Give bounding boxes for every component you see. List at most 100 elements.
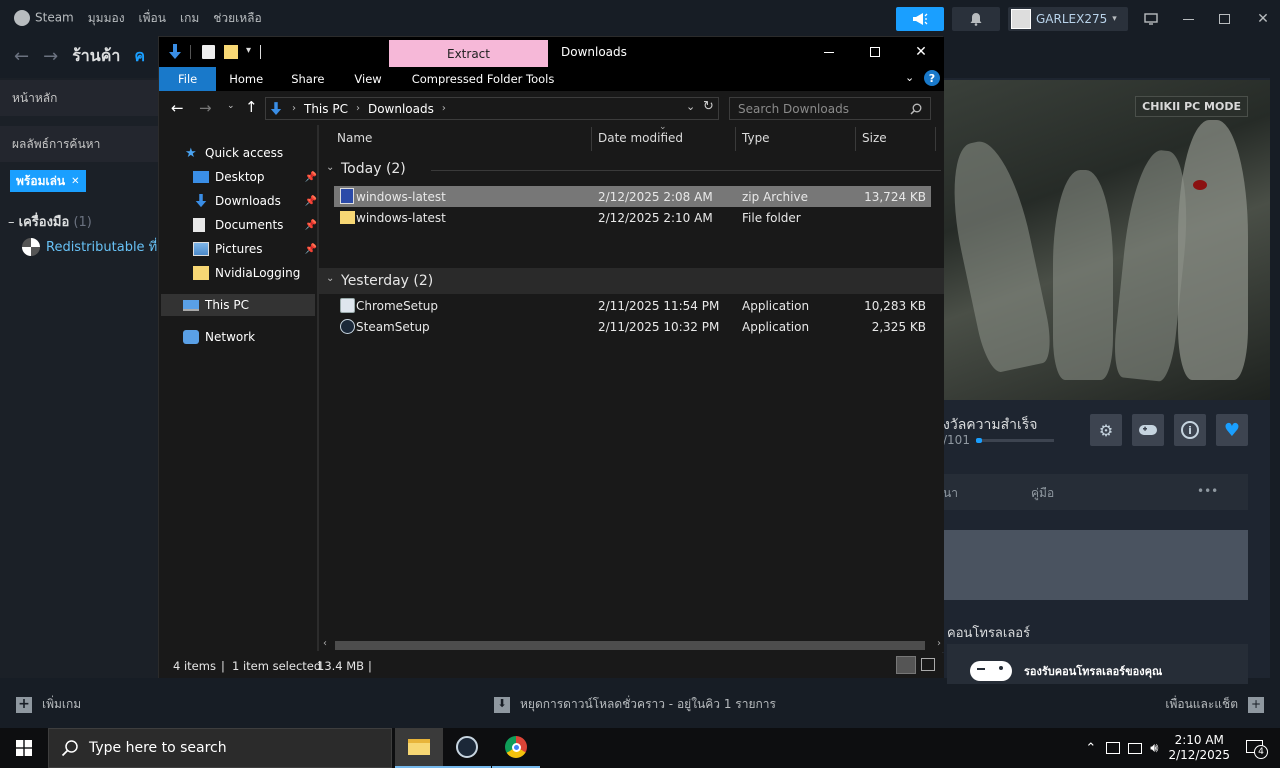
nav-store[interactable]: ร้านค้า: [72, 44, 120, 69]
nav-item-pictures[interactable]: Pictures 📌: [193, 238, 317, 260]
column-separator[interactable]: [735, 127, 736, 151]
file-row[interactable]: windows-latest 2/12/2025 2:10 AM File fold…: [334, 207, 931, 228]
volume-icon[interactable]: 🔊︎: [1150, 741, 1158, 756]
file-row[interactable]: SteamSetup 2/11/2025 10:32 PM Application 2…: [334, 316, 931, 337]
horizontal-scrollbar[interactable]: ‹ ›: [319, 638, 944, 652]
clock[interactable]: 2:10 AM 2/12/2025: [1168, 733, 1230, 763]
tab-home[interactable]: Home: [216, 67, 276, 91]
downloads-status[interactable]: ⬇ หยุดการดาวน์โหลดชั่วคราว - อยู่ในคิว 1…: [494, 695, 776, 714]
close-button[interactable]: ✕: [1246, 7, 1280, 31]
steam-menu-games[interactable]: เกม: [180, 9, 199, 28]
forward-arrow-icon[interactable]: →: [43, 46, 58, 67]
large-icons-view-button[interactable]: [921, 658, 935, 671]
column-header-name[interactable]: Name: [337, 131, 372, 149]
download-arrow-icon[interactable]: [168, 44, 182, 60]
minimize-button[interactable]: [1174, 7, 1202, 31]
forward-arrow-icon[interactable]: →: [199, 99, 212, 117]
file-explorer-window: ▾ Extract Downloads ✕ File Home Share Vi…: [158, 36, 944, 678]
minimize-button[interactable]: [806, 37, 852, 67]
tab-share[interactable]: Share: [276, 67, 339, 91]
group-header-today[interactable]: ⌄ Today (2): [319, 159, 944, 181]
column-header-type[interactable]: Type: [742, 131, 770, 149]
back-arrow-icon[interactable]: ←: [14, 46, 29, 67]
nav-item-quick-access[interactable]: ★ Quick access: [185, 142, 283, 164]
tray-overflow-icon[interactable]: ⌃: [1085, 741, 1096, 756]
column-header-date[interactable]: Date modified: [598, 131, 683, 149]
add-game-button[interactable]: + เพิ่มเกม: [16, 695, 81, 714]
security-icon[interactable]: [1106, 742, 1121, 754]
file-row[interactable]: windows-latest 2/12/2025 2:08 AM zip Archi…: [334, 186, 931, 207]
sidebar-item-redistributable[interactable]: Redistributable ที่: [22, 236, 157, 257]
settings-button[interactable]: ⚙: [1090, 414, 1122, 446]
account-menu[interactable]: GARLEX275 ▾: [1008, 7, 1128, 31]
sidebar-home[interactable]: หน้าหลัก: [0, 80, 160, 116]
help-icon[interactable]: ?: [924, 70, 940, 86]
big-picture-button[interactable]: [1136, 7, 1166, 31]
nav-library-partial[interactable]: ค: [134, 44, 145, 69]
search-input[interactable]: Search Downloads: [729, 97, 931, 120]
column-separator[interactable]: [935, 127, 936, 151]
tools-heading[interactable]: – เครื่องมือ (1): [8, 211, 92, 232]
tab-partial[interactable]: นา: [943, 484, 958, 503]
tab-extract-context[interactable]: Extract: [389, 40, 548, 67]
address-bar[interactable]: › This PC › Downloads › ⌄ ↻: [265, 97, 719, 120]
folder-icon: [340, 211, 355, 224]
steam-menu-view[interactable]: มุมมอง: [88, 9, 125, 28]
nav-item-network[interactable]: Network: [183, 326, 255, 348]
scrollbar-thumb[interactable]: [335, 641, 925, 650]
filter-chip[interactable]: พร้อมเล่น ✕: [10, 170, 86, 192]
steam-menu-friends[interactable]: เพื่อน: [139, 9, 166, 28]
favorite-button[interactable]: ♥: [1216, 414, 1248, 446]
maximize-button[interactable]: [1210, 7, 1238, 31]
nav-item-nvidialogging[interactable]: NvidiaLogging: [193, 262, 300, 284]
scroll-left-icon[interactable]: ‹: [323, 638, 327, 649]
controller-button[interactable]: [1132, 414, 1164, 446]
details-view-button[interactable]: [896, 656, 916, 674]
ribbon-expand-icon[interactable]: ⌄: [905, 71, 914, 84]
group-header-yesterday[interactable]: ⌄ Yesterday (2): [319, 268, 944, 294]
recent-locations-icon[interactable]: ⌄: [227, 101, 235, 111]
network-icon[interactable]: [1128, 742, 1143, 754]
nav-item-documents[interactable]: Documents 📌: [193, 214, 317, 236]
taskbar-app-chrome[interactable]: [492, 728, 540, 768]
steam-menu-steam[interactable]: Steam: [14, 10, 74, 26]
qat-separator: [260, 45, 261, 59]
nav-item-this-pc[interactable]: This PC: [161, 294, 315, 316]
scroll-right-icon[interactable]: ›: [937, 638, 941, 649]
tab-guides[interactable]: คู่มือ: [1031, 484, 1054, 503]
tab-file[interactable]: File: [159, 67, 217, 91]
breadcrumb-this-pc[interactable]: This PC: [304, 102, 348, 116]
properties-icon[interactable]: [202, 45, 215, 59]
notifications-button[interactable]: [952, 7, 1000, 31]
more-tabs-button[interactable]: •••: [1197, 484, 1218, 498]
taskbar-app-file-explorer[interactable]: [395, 728, 443, 768]
announce-button[interactable]: [896, 7, 944, 31]
breadcrumb-downloads[interactable]: Downloads: [368, 102, 434, 116]
column-separator[interactable]: [591, 127, 592, 151]
up-arrow-icon[interactable]: ↑: [245, 98, 258, 116]
download-icon: ⬇: [494, 696, 510, 713]
refresh-icon[interactable]: ↻: [703, 99, 714, 114]
close-button[interactable]: ✕: [898, 37, 944, 67]
start-button[interactable]: [0, 728, 48, 768]
file-row[interactable]: ChromeSetup 2/11/2025 11:54 PM Application…: [334, 295, 931, 316]
friends-chat-button[interactable]: เพื่อนและแช็ต +: [1165, 695, 1264, 714]
column-header-size[interactable]: Size: [862, 131, 887, 149]
taskbar-app-steam[interactable]: [443, 728, 491, 768]
notification-center-button[interactable]: 4: [1244, 737, 1270, 759]
new-folder-icon[interactable]: [224, 45, 238, 59]
tab-compressed-folder-tools[interactable]: Compressed Folder Tools: [397, 67, 570, 91]
qat-dropdown-icon[interactable]: ▾: [246, 45, 251, 56]
steam-menu-help[interactable]: ช่วยเหลือ: [213, 9, 262, 28]
nav-item-downloads[interactable]: Downloads 📌: [193, 190, 317, 212]
address-dropdown-icon[interactable]: ⌄: [686, 100, 695, 113]
nav-item-desktop[interactable]: Desktop 📌: [193, 166, 317, 188]
info-button[interactable]: i: [1174, 414, 1206, 446]
maximize-button[interactable]: [852, 37, 898, 67]
back-arrow-icon[interactable]: ←: [171, 99, 184, 117]
sidebar-search-results[interactable]: ผลลัพธ์การค้นหา: [0, 126, 160, 162]
close-icon[interactable]: ✕: [71, 176, 79, 187]
column-separator[interactable]: [855, 127, 856, 151]
taskbar-search-box[interactable]: Type here to search: [48, 728, 392, 768]
tab-view[interactable]: View: [339, 67, 396, 91]
